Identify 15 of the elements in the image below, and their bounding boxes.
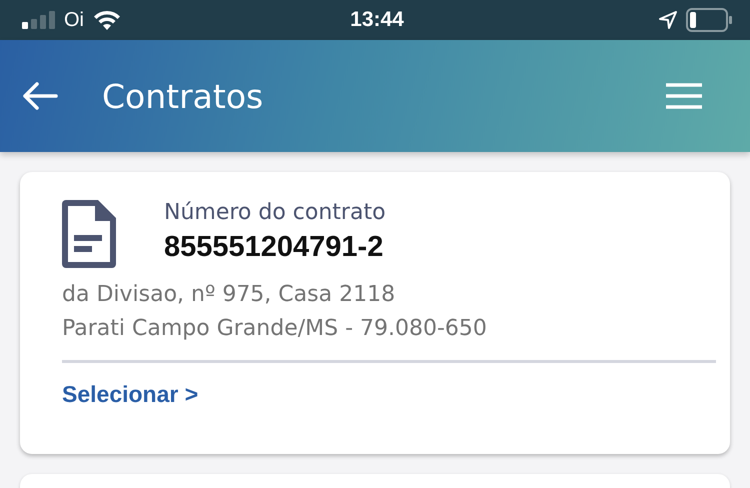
battery-icon [686,8,732,32]
menu-button[interactable] [666,83,702,109]
location-arrow-icon [658,10,678,30]
page-title: Contratos [102,76,264,116]
back-button[interactable] [22,81,58,111]
clock-time: 13:44 [350,8,404,32]
carrier-name: Oi [64,8,84,32]
address-line: da Divisao, nº 975, Casa 2118 [62,281,396,309]
signal-icon [22,11,56,29]
contract-label: Número do contrato [164,200,386,225]
contract-number: 855551204791-2 [164,231,384,264]
select-link[interactable]: Selecionar > [62,381,198,407]
wifi-icon [92,9,122,31]
document-icon [62,200,116,268]
address-line: Parati Campo Grande/MS - 79.080-650 [62,315,488,343]
